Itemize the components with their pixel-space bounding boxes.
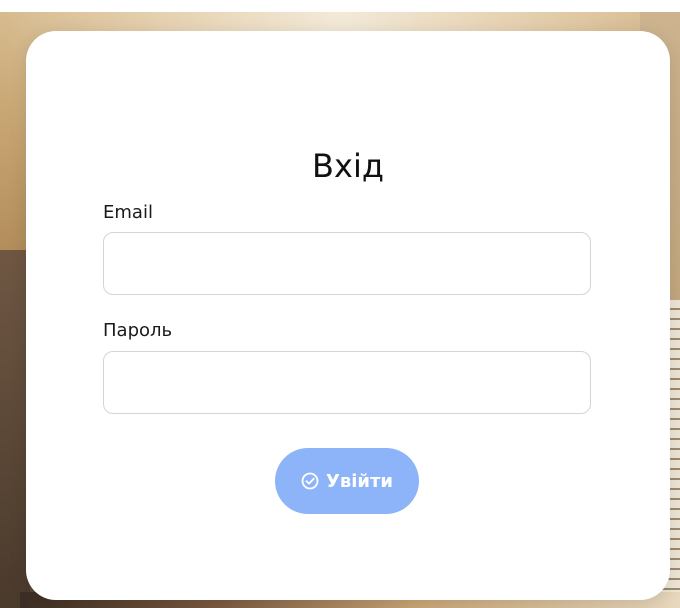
email-field[interactable] [103,232,591,295]
login-button-label: Увійти [325,470,394,492]
login-card: Вхід Email Пароль Увійти [26,31,670,600]
check-circle-icon [301,472,319,490]
top-strip [0,0,680,12]
password-field[interactable] [103,351,591,414]
login-button[interactable]: Увійти [275,448,419,514]
page-title: Вхід [312,147,384,185]
email-label: Email [103,202,153,223]
password-label: Пароль [103,320,173,341]
